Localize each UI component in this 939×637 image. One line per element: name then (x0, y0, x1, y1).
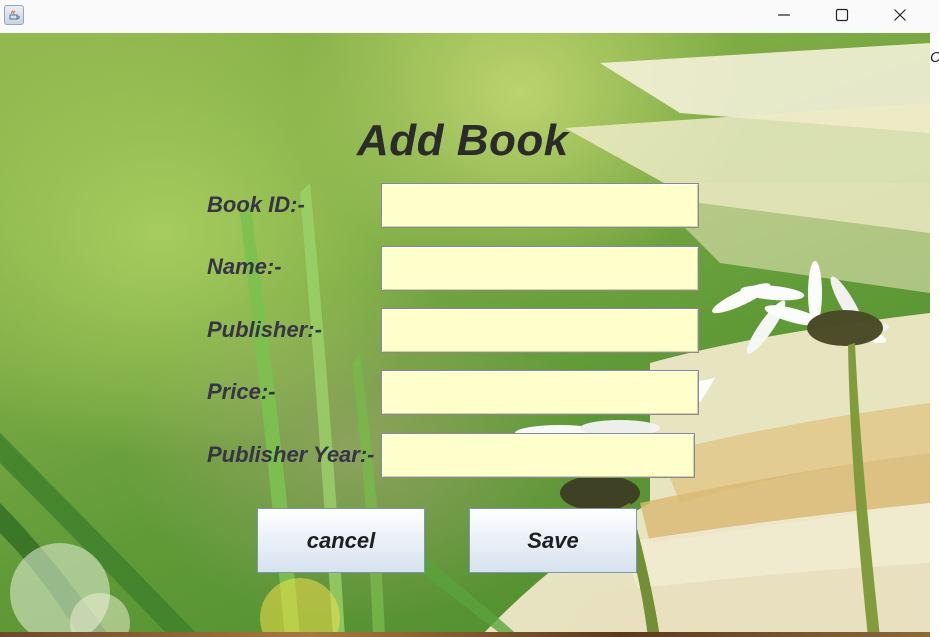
save-button[interactable]: Save (469, 508, 637, 573)
edge-text: Ce (930, 49, 939, 66)
publisher-label: Publisher:- (207, 317, 322, 342)
book-id-input[interactable] (381, 183, 699, 228)
publisher-input[interactable] (381, 308, 699, 353)
cancel-button[interactable]: cancel (257, 508, 425, 573)
name-input[interactable] (381, 246, 699, 291)
minimize-icon (778, 14, 790, 16)
name-label: Name:- (207, 254, 282, 279)
underlying-window-edge: Ce (930, 33, 939, 637)
bottom-edge-image (0, 632, 930, 637)
price-label: Price:- (207, 379, 276, 404)
publisher-year-input[interactable] (381, 433, 695, 478)
minimize-button[interactable] (755, 0, 813, 30)
java-icon (4, 5, 24, 25)
book-id-label: Book ID:- (207, 192, 305, 217)
publisher-year-label: Publisher Year:- (207, 442, 375, 467)
maximize-button[interactable] (813, 0, 871, 30)
maximize-icon (835, 8, 849, 22)
page-title: Add Book (357, 116, 569, 165)
window-title-bar (0, 0, 939, 33)
price-input[interactable] (381, 370, 699, 415)
close-button[interactable] (871, 0, 929, 30)
close-icon (894, 9, 906, 21)
